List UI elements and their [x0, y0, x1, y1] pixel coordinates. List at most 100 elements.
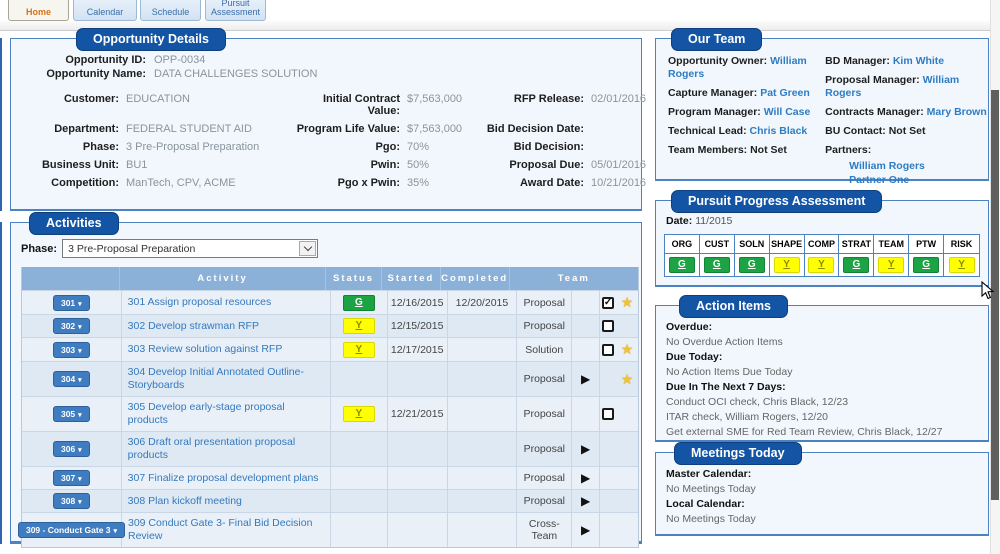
team-member-link[interactable]: Kim White [893, 55, 944, 67]
activity-status-cell [331, 490, 388, 512]
activity-name-cell: 309 Conduct Gate 3- Final Bid Decision R… [122, 513, 332, 547]
team-field: Proposal Manager: William Rogers [825, 74, 988, 100]
activity-team-cell: Proposal [517, 467, 573, 489]
activity-name-cell: 307 Finalize proposal development plans [122, 467, 331, 489]
team-member-link[interactable]: Pat Green [760, 87, 810, 99]
opportunity-top-fields: Opportunity ID: OPP-0034 Opportunity Name:… [11, 53, 633, 81]
play-icon[interactable]: ▶ [581, 372, 590, 386]
tab-schedule[interactable]: Schedule [140, 0, 201, 21]
activity-link[interactable]: 302 Develop strawman RFP [128, 320, 259, 333]
activity-menu-button[interactable]: 303 ▾ [52, 341, 90, 358]
status-badge[interactable]: Y [342, 318, 375, 334]
status-badge[interactable]: Y [342, 406, 375, 422]
team-member-link[interactable]: Mary Brown [927, 106, 987, 118]
activity-play-cell [572, 338, 601, 361]
phase-row: Phase: 3 Pre-Proposal Preparation [21, 239, 641, 258]
assessment-col-ptw: PTW [909, 235, 945, 254]
activity-menu-button[interactable]: 307 ▾ [52, 470, 90, 486]
team-member-link[interactable]: Will Case [764, 106, 811, 118]
activity-row: 302 ▾ 302 Develop strawman RFP Y 12/15/2015 P… [22, 314, 638, 337]
assessment-value-cell: Y [944, 254, 979, 276]
activity-checkbox[interactable]: ✓ [602, 296, 615, 309]
star-icon[interactable]: ★ [621, 371, 634, 388]
activity-menu-button-label: 308 [60, 496, 76, 506]
activity-team-cell: Proposal [517, 315, 573, 337]
phase-select[interactable]: 3 Pre-Proposal Preparation [62, 239, 319, 258]
team-field: Program Manager: Will Case [668, 106, 817, 119]
activity-link[interactable]: 305 Develop early-stage proposal product… [128, 401, 324, 427]
col-header-Team: Team [557, 273, 590, 284]
tab-pursuit-assessment[interactable]: Pursuit Assessment [205, 0, 266, 21]
activity-link[interactable]: 301 Assign proposal resources [128, 296, 272, 309]
assessment-rating-badge[interactable]: Y [948, 257, 975, 273]
activity-link[interactable]: 303 Review solution against RFP [128, 343, 283, 356]
star-icon[interactable]: ★ [621, 294, 634, 311]
assessment-rating-badge[interactable]: G [843, 257, 870, 273]
vertical-scrollbar-track[interactable] [990, 0, 1000, 554]
play-icon[interactable]: ▶ [581, 442, 590, 456]
activity-name-cell: 301 Assign proposal resources [122, 291, 331, 314]
activity-link[interactable]: 304 Develop Initial Annotated Outline- S… [128, 366, 324, 392]
col-header-Activity: Activity [120, 267, 327, 290]
field-label: Department: [54, 123, 119, 135]
activity-link[interactable]: 309 Conduct Gate 3- Final Bid Decision R… [128, 517, 324, 543]
activity-checkbox[interactable] [602, 408, 615, 420]
activity-menu-button-label: 302 [60, 321, 76, 331]
phase-select-value: 3 Pre-Proposal Preparation [68, 242, 196, 255]
activity-name-cell: 308 Plan kickoff meeting [122, 490, 331, 512]
status-badge[interactable]: G [342, 294, 375, 311]
activity-menu-button[interactable]: 306 ▾ [52, 441, 90, 457]
star-icon[interactable]: ★ [621, 341, 634, 358]
assessment-rating-badge[interactable]: Y [808, 257, 835, 273]
activity-star-cell [616, 397, 638, 431]
team-member-link[interactable]: William Rogers [849, 159, 988, 173]
activity-menu-button[interactable]: 301 ▾ [52, 294, 90, 311]
team-field-label: Contracts Manager: [825, 106, 924, 118]
activity-menu-button[interactable]: 305 ▾ [52, 406, 90, 422]
tab-home[interactable]: Home [8, 0, 69, 21]
field-label: Pgo: [375, 141, 400, 153]
activity-name-cell: 306 Draft oral presentation proposal pro… [122, 432, 331, 466]
team-member-link[interactable]: Partner One [849, 173, 988, 187]
field-label: Award Date: [520, 177, 584, 189]
action-items-list: Overdue: No Overdue Action Items Due Today… [666, 320, 988, 440]
activity-completed-cell [448, 397, 518, 431]
team-member-link[interactable]: Chris Black [750, 125, 808, 137]
activity-menu-button[interactable]: 302 ▾ [52, 318, 90, 334]
activity-link[interactable]: 308 Plan kickoff meeting [128, 495, 242, 508]
assessment-rating-badge[interactable]: G [913, 257, 940, 273]
assessment-value-cell: G [909, 254, 945, 276]
play-icon[interactable]: ▶ [581, 494, 590, 508]
assessment-rating-badge[interactable]: G [738, 257, 765, 273]
activity-checkbox-cell [600, 362, 616, 396]
activity-menu-button[interactable]: 308 ▾ [52, 493, 90, 509]
activity-menu-button[interactable]: 309 - Conduct Gate 3 ▾ [17, 522, 126, 538]
caret-down-icon: ▾ [78, 300, 82, 308]
activity-checkbox[interactable] [602, 343, 615, 356]
play-icon[interactable]: ▶ [581, 523, 590, 537]
activity-started-cell: 12/17/2015 [388, 338, 448, 361]
activity-link[interactable]: 307 Finalize proposal development plans [128, 472, 319, 485]
activity-menu-button[interactable]: 304 ▾ [52, 371, 90, 387]
activity-link[interactable]: 306 Draft oral presentation proposal pro… [128, 436, 324, 462]
status-badge[interactable]: Y [342, 341, 375, 358]
assessment-rating-badge[interactable]: G [668, 257, 695, 273]
activity-team-cell: Proposal [517, 432, 573, 466]
assessment-rating-badge[interactable]: Y [878, 257, 905, 273]
activity-checkbox[interactable] [602, 320, 615, 332]
activity-started-cell: 12/21/2015 [388, 397, 448, 431]
field-value: FEDERAL STUDENT AID [126, 123, 252, 135]
activity-checkbox-cell [600, 513, 616, 547]
team-field-value: Not Set [750, 144, 787, 156]
team-field: Contracts Manager: Mary Brown [825, 106, 988, 119]
activity-star-cell: ★ [616, 362, 638, 396]
assessment-rating-badge[interactable]: Y [773, 257, 800, 273]
dashboard-screen: Home Calendar Schedule Pursuit Assessment O… [0, 0, 1000, 554]
caret-down-icon: ▾ [78, 347, 82, 355]
play-icon[interactable]: ▶ [581, 471, 590, 485]
activity-menu-button-label: 309 - Conduct Gate 3 [25, 525, 111, 535]
assessment-rating-badge[interactable]: G [703, 257, 730, 273]
activity-checkbox-cell [600, 467, 616, 489]
chevron-down-icon[interactable] [299, 241, 317, 256]
tab-calendar[interactable]: Calendar [73, 0, 137, 21]
